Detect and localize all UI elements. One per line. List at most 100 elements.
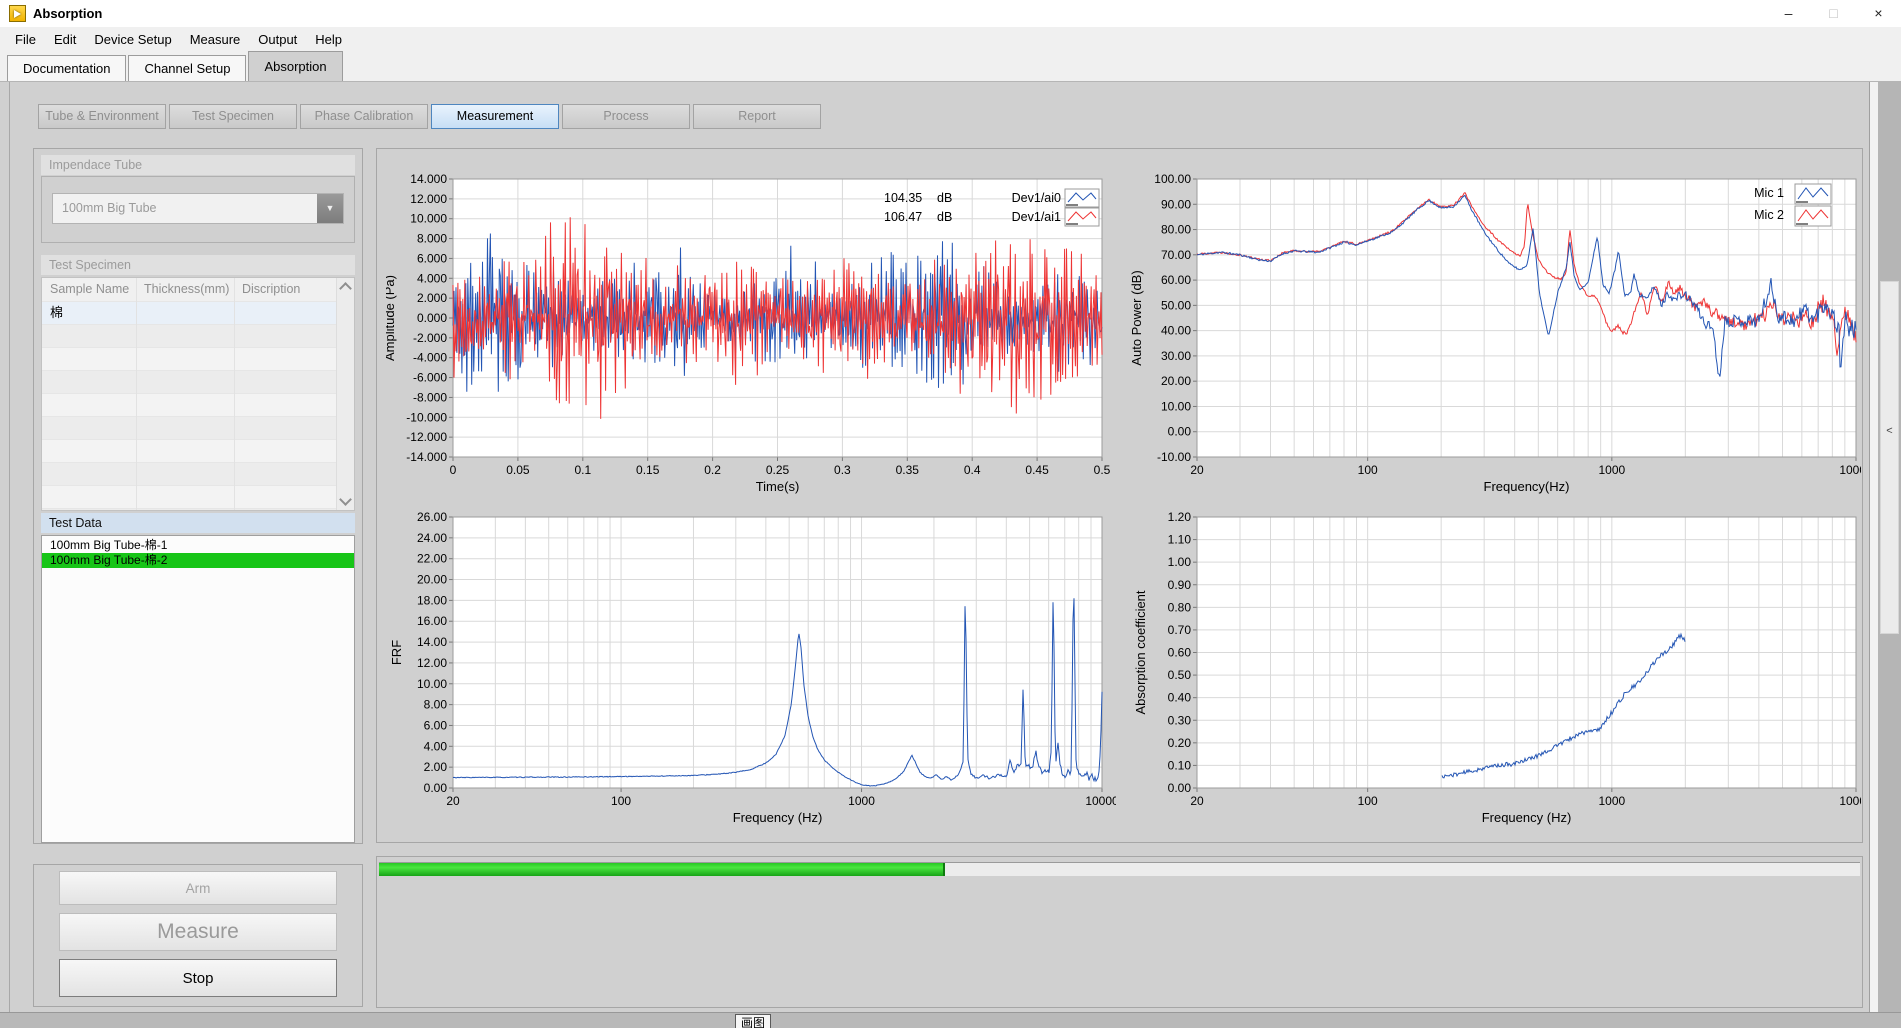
- svg-text:0.40: 0.40: [1168, 691, 1192, 705]
- svg-text:0.1: 0.1: [574, 463, 591, 477]
- test-data-header: Test Data: [41, 513, 355, 533]
- svg-text:12.00: 12.00: [417, 656, 447, 670]
- impedance-tube-header: Impendace Tube: [41, 155, 355, 175]
- subtab-tube-environment[interactable]: Tube & Environment: [38, 104, 166, 129]
- svg-text:Time(s): Time(s): [756, 479, 800, 494]
- minimize-button[interactable]: –: [1766, 0, 1811, 27]
- maximize-button[interactable]: □: [1811, 0, 1856, 27]
- right-panel-gap: [1869, 82, 1878, 1012]
- menu-file[interactable]: File: [6, 27, 45, 52]
- svg-text:0.45: 0.45: [1025, 463, 1049, 477]
- column-header-discription: Discription: [234, 278, 330, 301]
- svg-text:100.00: 100.00: [1154, 172, 1191, 186]
- table-row-empty: [42, 347, 354, 370]
- dropdown-arrow-icon[interactable]: ▼: [317, 194, 343, 223]
- subtab-process[interactable]: Process: [562, 104, 690, 129]
- svg-text:0.00: 0.00: [1168, 425, 1192, 439]
- table-cell: [234, 302, 330, 324]
- menu-edit[interactable]: Edit: [45, 27, 85, 52]
- column-divider: [234, 278, 235, 510]
- svg-text:-12.000: -12.000: [406, 430, 447, 444]
- svg-text:dB: dB: [937, 191, 952, 205]
- svg-text:4.00: 4.00: [424, 739, 448, 753]
- test-data-item[interactable]: 100mm Big Tube-棉-2: [42, 553, 354, 568]
- subtab-measurement[interactable]: Measurement: [431, 104, 559, 129]
- test-data-item[interactable]: 100mm Big Tube-棉-1: [42, 538, 354, 553]
- app-window: Absorption – □ × FileEditDevice SetupMea…: [0, 0, 1901, 1028]
- svg-text:Mic 2: Mic 2: [1754, 208, 1784, 222]
- svg-text:20: 20: [1190, 463, 1204, 477]
- right-scrollbar[interactable]: <: [1878, 82, 1901, 1012]
- column-divider: [136, 278, 137, 510]
- scroll-down-icon[interactable]: [339, 493, 352, 506]
- close-button[interactable]: ×: [1856, 0, 1901, 27]
- scroll-up-icon[interactable]: [339, 282, 352, 295]
- subtab-test-specimen[interactable]: Test Specimen: [169, 104, 297, 129]
- subtab-report[interactable]: Report: [693, 104, 821, 129]
- measure-button[interactable]: Measure: [59, 913, 337, 951]
- tab-documentation[interactable]: Documentation: [7, 55, 126, 81]
- svg-text:10.000: 10.000: [410, 212, 447, 226]
- svg-text:0.2: 0.2: [704, 463, 721, 477]
- svg-text:0.3: 0.3: [834, 463, 851, 477]
- svg-text:Dev1/ai0: Dev1/ai0: [1012, 191, 1061, 205]
- table-row-empty: [42, 439, 354, 462]
- menu-device-setup[interactable]: Device Setup: [85, 27, 180, 52]
- svg-text:1.00: 1.00: [1168, 555, 1192, 569]
- subtab-strip: Tube & EnvironmentTest SpecimenPhase Cal…: [38, 104, 821, 129]
- arm-button[interactable]: Arm: [59, 871, 337, 905]
- test-specimen-table: Sample NameThickness(mm)Discription 棉: [41, 277, 355, 511]
- svg-text:0.4: 0.4: [964, 463, 981, 477]
- svg-text:0.05: 0.05: [506, 463, 530, 477]
- svg-text:80.00: 80.00: [1161, 223, 1191, 237]
- svg-text:0.00: 0.00: [1168, 781, 1192, 795]
- left-panel: Impendace Tube 100mm Big Tube ▼ Test Spe…: [33, 148, 363, 844]
- svg-text:-8.000: -8.000: [413, 390, 447, 404]
- svg-text:50.00: 50.00: [1161, 298, 1191, 312]
- test-specimen-header: Test Specimen: [41, 255, 355, 275]
- svg-text:1.10: 1.10: [1168, 533, 1192, 547]
- menu-output[interactable]: Output: [249, 27, 306, 52]
- svg-text:0.15: 0.15: [636, 463, 660, 477]
- impedance-tube-dropdown[interactable]: 100mm Big Tube ▼: [52, 193, 344, 224]
- tab-channel-setup[interactable]: Channel Setup: [128, 55, 246, 81]
- svg-text:0.30: 0.30: [1168, 713, 1192, 727]
- svg-text:-10.000: -10.000: [406, 410, 447, 424]
- svg-text:20: 20: [446, 794, 460, 808]
- menu-measure[interactable]: Measure: [181, 27, 250, 52]
- window-controls: – □ ×: [1766, 0, 1901, 27]
- svg-text:40.00: 40.00: [1161, 324, 1191, 338]
- menu-help[interactable]: Help: [306, 27, 351, 52]
- stop-button[interactable]: Stop: [59, 959, 337, 997]
- table-body: 棉: [42, 301, 354, 511]
- svg-text:Frequency (Hz): Frequency (Hz): [733, 810, 823, 825]
- svg-text:12.000: 12.000: [410, 192, 447, 206]
- svg-text:26.00: 26.00: [417, 510, 447, 524]
- table-cell: 棉: [42, 302, 136, 324]
- subtab-phase-calibration[interactable]: Phase Calibration: [300, 104, 428, 129]
- table-scrollbar[interactable]: [336, 278, 354, 510]
- svg-text:1000: 1000: [1598, 794, 1625, 808]
- play-icon: [14, 10, 21, 18]
- collapse-left-icon[interactable]: <: [1881, 425, 1898, 437]
- svg-text:-4.000: -4.000: [413, 351, 447, 365]
- svg-text:70.00: 70.00: [1161, 248, 1191, 262]
- table-row-empty: [42, 370, 354, 393]
- title-bar: Absorption – □ ×: [0, 0, 1901, 27]
- table-row[interactable]: 棉: [42, 301, 354, 324]
- scrollbar-thumb[interactable]: <: [1880, 281, 1899, 634]
- absorption-coefficient-chart: 0.000.100.200.300.400.500.600.700.800.90…: [1131, 500, 1861, 835]
- svg-text:Absorption coefficient: Absorption coefficient: [1133, 590, 1148, 714]
- tab-absorption[interactable]: Absorption: [248, 51, 342, 81]
- svg-text:0.50: 0.50: [1168, 668, 1192, 682]
- svg-text:6.000: 6.000: [417, 251, 447, 265]
- svg-text:14.00: 14.00: [417, 635, 447, 649]
- svg-text:0.90: 0.90: [1168, 578, 1192, 592]
- svg-text:0.25: 0.25: [766, 463, 790, 477]
- svg-text:1000: 1000: [848, 794, 875, 808]
- grid: [449, 517, 1102, 792]
- bottom-tab[interactable]: 画图: [735, 1014, 771, 1028]
- svg-text:10.00: 10.00: [417, 677, 447, 691]
- svg-text:100: 100: [611, 794, 631, 808]
- app-icon: [9, 5, 26, 22]
